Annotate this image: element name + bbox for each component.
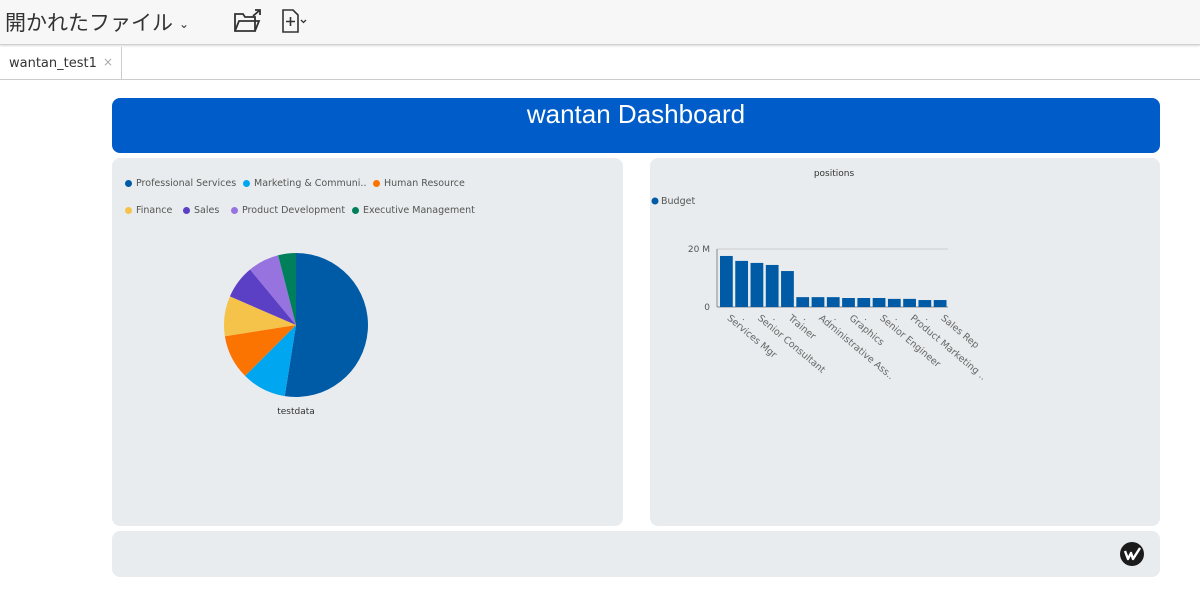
x-tick-label: . — [801, 313, 810, 323]
dashboard-title: wantan Dashboard — [526, 99, 746, 129]
bar[interactable] — [750, 262, 764, 307]
bar[interactable] — [811, 297, 825, 307]
pie-chart: testdata — [224, 253, 369, 417]
bar[interactable] — [857, 298, 871, 307]
bar[interactable] — [826, 297, 840, 307]
open-folder-icon[interactable] — [233, 8, 263, 38]
bar[interactable] — [842, 298, 855, 307]
bar[interactable] — [903, 298, 916, 307]
menu-title: 開かれたファイル — [5, 11, 173, 35]
legend-label[interactable]: Budget — [661, 196, 695, 207]
dashboard-header: wantan Dashboard — [112, 98, 1160, 153]
x-tick-label: . — [740, 313, 749, 323]
bar[interactable] — [933, 300, 947, 307]
bar[interactable] — [720, 255, 733, 307]
x-tick-label: . — [923, 313, 932, 323]
tab-wantan-test1[interactable]: wantan_test1 × — [0, 47, 122, 79]
bar-panel: positions Budget 0 20 M Services Mgr. Senior … — [650, 158, 1160, 526]
x-tick-label: . — [832, 313, 841, 323]
x-tick-label: . — [862, 313, 871, 323]
tab-label: wantan_test1 — [9, 56, 97, 71]
bar-chart: positionsBudget020 MServices Mgr. Senior … — [651, 169, 988, 383]
bar[interactable] — [781, 271, 794, 307]
bar[interactable] — [918, 300, 932, 307]
chevron-down-icon: ⌄ — [179, 17, 190, 31]
bar[interactable] — [796, 297, 810, 307]
x-tick-label: . — [771, 313, 780, 323]
bar[interactable] — [872, 298, 886, 307]
tab-bar: wantan_test1 × — [0, 47, 1200, 80]
y-tick-label: 0 — [704, 303, 710, 313]
close-icon[interactable]: × — [103, 55, 113, 69]
new-file-icon[interactable] — [281, 8, 309, 38]
legend-dot — [651, 197, 659, 205]
x-tick-label: . — [893, 313, 902, 323]
pie-label: testdata — [277, 407, 315, 417]
toolbar: 開かれたファイル ⌄ — [0, 0, 1200, 45]
bar[interactable] — [735, 260, 749, 307]
footer-panel — [112, 531, 1160, 577]
pie-panel: Professional Services Marketing & Communi… — [112, 158, 623, 526]
chart-title: positions — [814, 169, 855, 179]
logo-icon — [1120, 542, 1144, 566]
y-tick-label: 20 M — [688, 245, 710, 255]
bar[interactable] — [887, 298, 901, 307]
pie-slice[interactable] — [284, 253, 369, 397]
bar[interactable] — [765, 264, 779, 307]
open-files-menu[interactable]: 開かれたファイル ⌄ — [5, 7, 189, 37]
